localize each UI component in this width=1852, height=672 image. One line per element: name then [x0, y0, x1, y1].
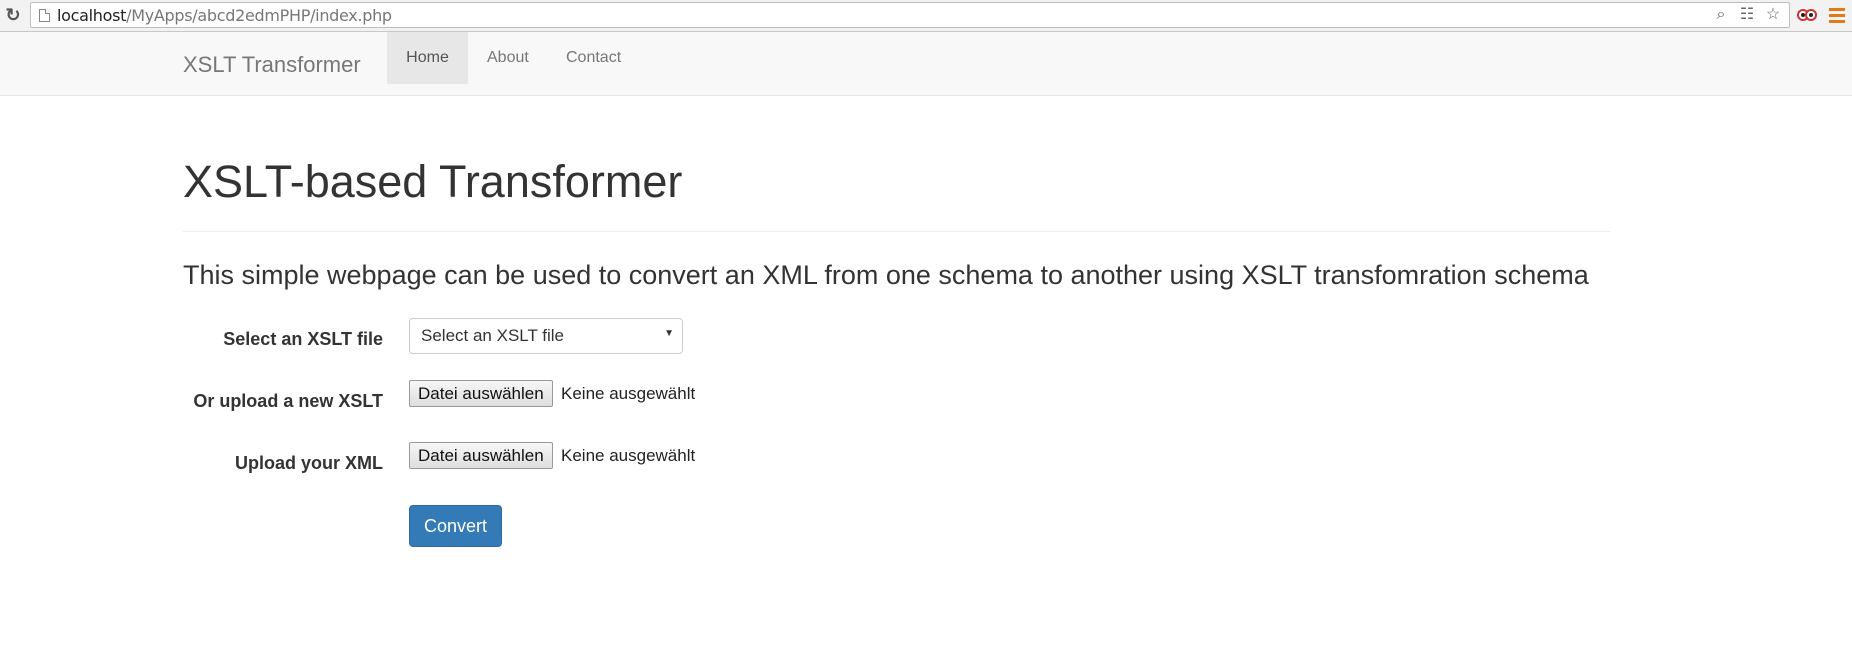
menu-icon[interactable]	[1826, 4, 1848, 26]
nav-item-about[interactable]: About	[469, 32, 547, 84]
upload-xml-status: Keine ausgewählt	[561, 446, 696, 465]
form-row-upload-xml: Upload your XML Datei auswählen Keine au…	[183, 442, 983, 482]
form-row-select-xslt: Select an XSLT file Select an XSLT file …	[183, 318, 983, 358]
browser-toolbar: ↻ localhost/MyApps/abcd2edmPHP/index.php…	[0, 0, 1852, 32]
page-lead: This simple webpage can be used to conve…	[183, 260, 1589, 290]
page-icon	[39, 9, 50, 22]
select-xslt-label: Select an XSLT file	[223, 329, 383, 349]
upload-xslt-button[interactable]: Datei auswählen	[409, 380, 553, 407]
chevron-down-icon: ▼	[664, 328, 674, 339]
star-icon[interactable]: ☆	[1763, 6, 1783, 24]
extension-icon[interactable]	[1795, 4, 1819, 26]
convert-button[interactable]: Convert	[409, 505, 502, 547]
address-bar-icons: ⌕ ☷ ☆	[1711, 6, 1783, 24]
page-title: XSLT-based Transformer	[183, 156, 683, 207]
upload-xml-button[interactable]: Datei auswählen	[409, 442, 553, 469]
xslt-select[interactable]: Select an XSLT file ▼	[409, 318, 683, 354]
translate-icon[interactable]: ☷	[1737, 6, 1757, 24]
address-bar[interactable]: localhost/MyApps/abcd2edmPHP/index.php ⌕…	[30, 2, 1790, 28]
reload-icon[interactable]: ↻	[2, 4, 24, 26]
zoom-icon[interactable]: ⌕	[1711, 6, 1731, 24]
upload-xslt-status: Keine ausgewählt	[561, 384, 696, 403]
nav-item-contact[interactable]: Contact	[548, 32, 639, 84]
url-path: /MyApps/abcd2edmPHP/index.php	[126, 6, 392, 25]
navbar-brand[interactable]: XSLT Transformer	[183, 52, 361, 78]
url-text[interactable]: localhost/MyApps/abcd2edmPHP/index.php	[57, 7, 392, 25]
upload-xslt-label: Or upload a new XSLT	[193, 391, 383, 411]
url-host: localhost	[57, 6, 127, 25]
page-header: XSLT-based Transformer	[183, 152, 1610, 232]
navbar: XSLT Transformer Home About Contact	[0, 32, 1852, 96]
form-row-upload-xslt: Or upload a new XSLT Datei auswählen Kei…	[183, 380, 983, 420]
upload-xml-label: Upload your XML	[235, 453, 383, 473]
nav-item-home[interactable]: Home	[387, 32, 468, 84]
xslt-select-value: Select an XSLT file	[421, 326, 565, 345]
